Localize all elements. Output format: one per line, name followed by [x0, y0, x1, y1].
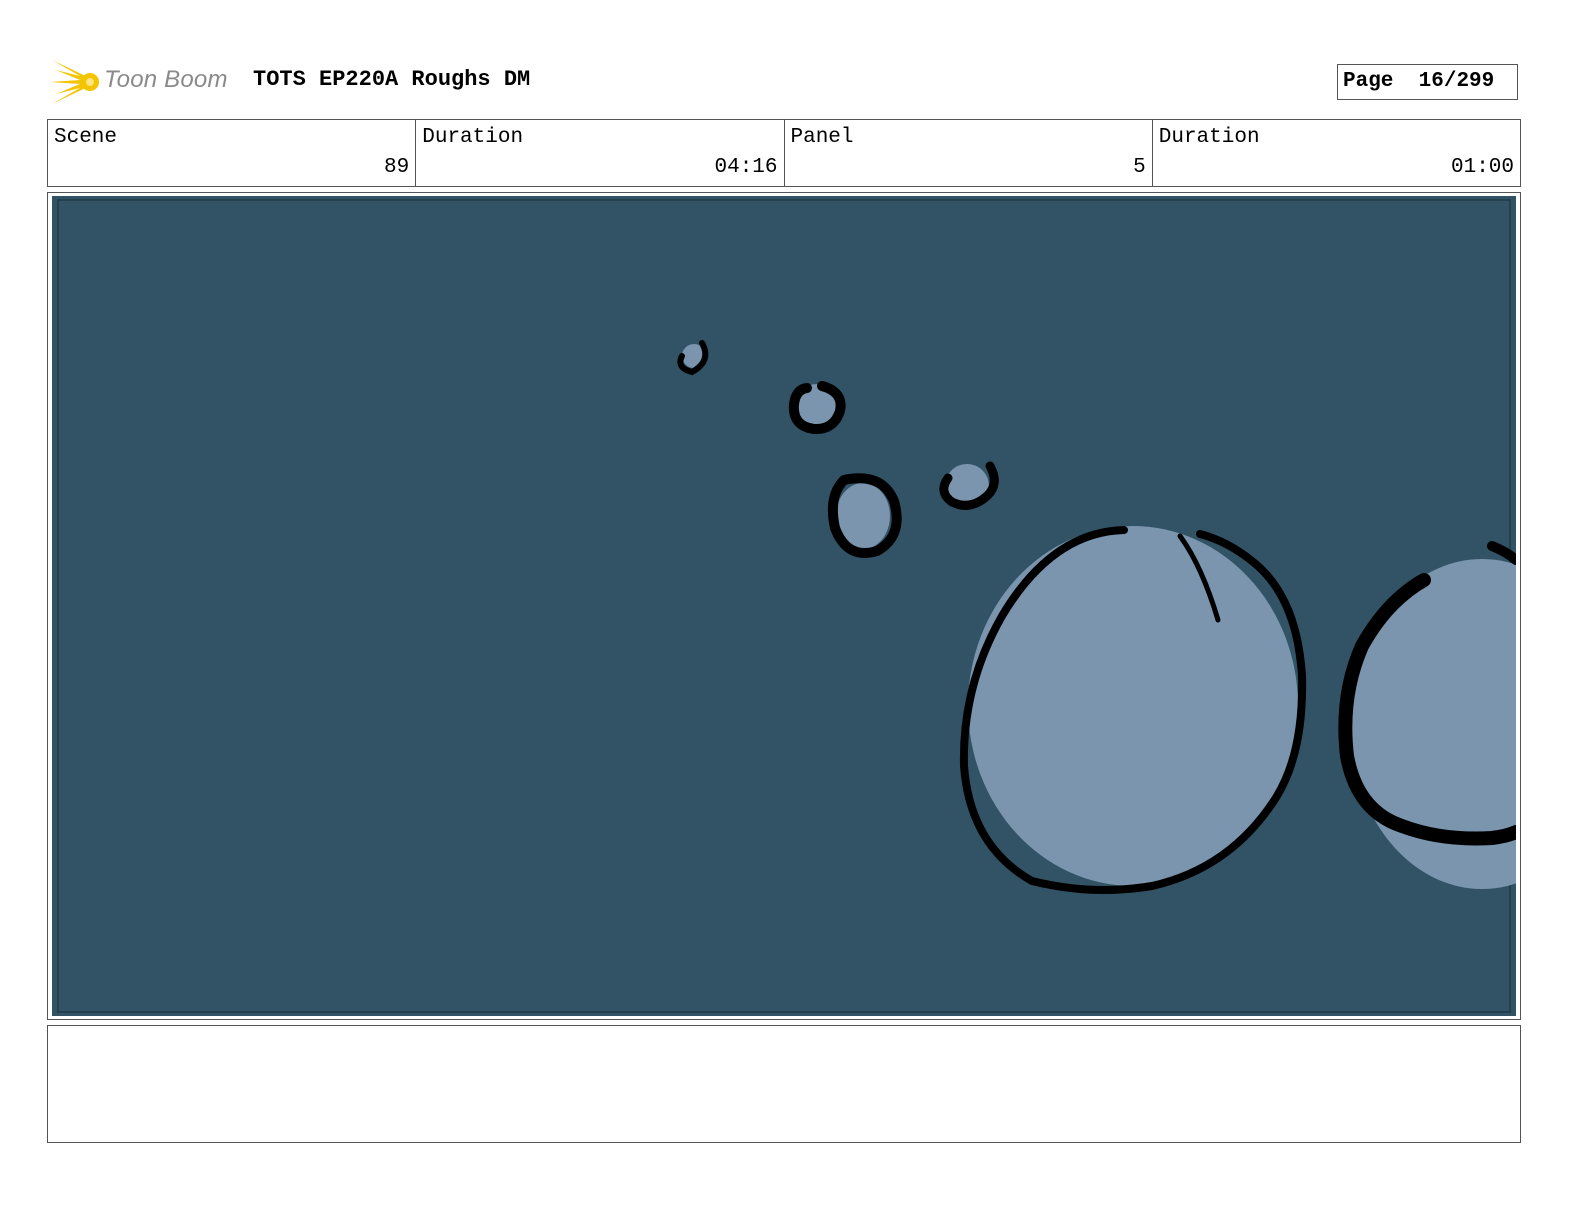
logo-wordmark: Toon Boom [104, 66, 228, 93]
scene-info-row: Scene 89 Duration 04:16 Panel 5 Duration… [47, 119, 1521, 187]
page-indicator: Page 16/299 [1337, 64, 1518, 100]
scene-cell: Scene 89 [48, 120, 417, 186]
scene-duration-value: 04:16 [714, 156, 778, 179]
panel-value: 5 [1133, 156, 1146, 179]
panel-duration-cell: Duration 01:00 [1153, 120, 1520, 186]
document-title: TOTS EP220A Roughs DM [253, 67, 531, 92]
storyboard-panel-image [52, 196, 1516, 1016]
scene-duration-label: Duration [422, 126, 524, 149]
scene-duration-cell: Duration 04:16 [416, 120, 785, 186]
starburst-icon [50, 60, 99, 104]
scene-value: 89 [384, 156, 410, 179]
panel-cell: Panel 5 [785, 120, 1153, 186]
bubble-small-1 [788, 381, 846, 435]
page-label: Page [1343, 70, 1394, 93]
scene-label: Scene [54, 126, 118, 149]
page-number: 16/299 [1418, 70, 1495, 93]
panel-label: Panel [790, 126, 854, 149]
panel-background [52, 196, 1516, 1016]
panel-duration-label: Duration [1158, 126, 1260, 149]
panel-notes-box [47, 1025, 1521, 1143]
bubble-small-2 [827, 473, 902, 558]
panel-duration-value: 01:00 [1450, 156, 1514, 179]
